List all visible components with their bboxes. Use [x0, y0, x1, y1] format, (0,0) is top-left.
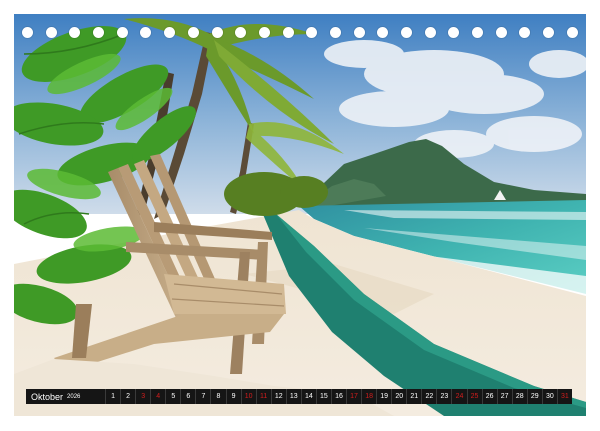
day-list: 1 2 3 4 5 6 7 8 9 10 11 12 13 14 15 16 17 18 19 20 21 22 23 24 2…	[105, 389, 572, 404]
binding-hole	[353, 26, 365, 38]
day-cell: 26	[481, 389, 497, 404]
binding-hole	[69, 26, 81, 38]
binding-hole	[401, 26, 412, 38]
binding-hole	[235, 26, 247, 38]
binding-hole	[187, 26, 199, 38]
day-cell: 31	[556, 389, 572, 404]
day-cell: 28	[511, 389, 527, 404]
day-cell: 9	[225, 389, 241, 404]
day-cell: 25	[466, 389, 482, 404]
day-cell: 16	[330, 389, 346, 404]
binding-hole	[258, 26, 270, 38]
calendar-page: Oktober 2026 1 2 3 4 5 6 7 8 9 10 11 12 13 14 15 16 17 18…	[0, 0, 600, 431]
binding-hole	[424, 26, 436, 38]
binding-hole	[543, 26, 555, 38]
binding-hole	[519, 26, 531, 38]
day-cell: 11	[255, 389, 271, 404]
day-cell: 3	[135, 389, 150, 404]
binding-hole	[448, 26, 460, 38]
day-cell: 29	[526, 389, 542, 404]
beach-photo	[14, 14, 586, 416]
binding-hole	[329, 26, 341, 38]
binding-hole	[566, 26, 578, 38]
day-cell: 6	[180, 389, 195, 404]
day-cell: 12	[270, 389, 286, 404]
day-cell: 8	[210, 389, 225, 404]
binding-hole	[116, 26, 128, 38]
month-label-block: Oktober 2026	[26, 389, 105, 404]
binding-hole	[45, 26, 57, 38]
day-cell: 14	[300, 389, 316, 404]
day-cell: 24	[451, 389, 466, 404]
day-cell: 17	[346, 389, 361, 404]
day-cell: 22	[421, 389, 436, 404]
calendar-strip: Oktober 2026 1 2 3 4 5 6 7 8 9 10 11 12 13 14 15 16 17 18…	[26, 389, 572, 404]
day-cell: 10	[240, 389, 256, 404]
day-cell: 30	[541, 389, 557, 404]
day-cell: 1	[105, 389, 120, 404]
day-cell: 15	[315, 389, 331, 404]
day-cell: 21	[406, 389, 421, 404]
day-cell: 27	[496, 389, 512, 404]
day-cell: 19	[376, 389, 391, 404]
day-cell: 20	[391, 389, 406, 404]
binding-hole	[164, 26, 176, 38]
binding-holes	[22, 26, 578, 38]
binding-hole	[495, 26, 507, 38]
day-cell: 13	[285, 389, 301, 404]
day-cell: 18	[361, 389, 376, 404]
binding-hole	[282, 26, 294, 38]
month-name: Oktober	[31, 391, 64, 402]
binding-hole	[140, 26, 152, 38]
binding-hole	[472, 26, 484, 38]
day-cell: 5	[165, 389, 180, 404]
day-cell: 2	[120, 389, 135, 404]
binding-hole	[22, 26, 33, 38]
binding-hole	[211, 26, 223, 38]
day-cell: 4	[150, 389, 165, 404]
binding-hole	[93, 26, 105, 38]
binding-hole	[377, 26, 389, 38]
year: 2026	[67, 393, 81, 400]
day-cell: 7	[195, 389, 210, 404]
day-cell: 23	[436, 389, 451, 404]
binding-hole	[306, 26, 318, 38]
